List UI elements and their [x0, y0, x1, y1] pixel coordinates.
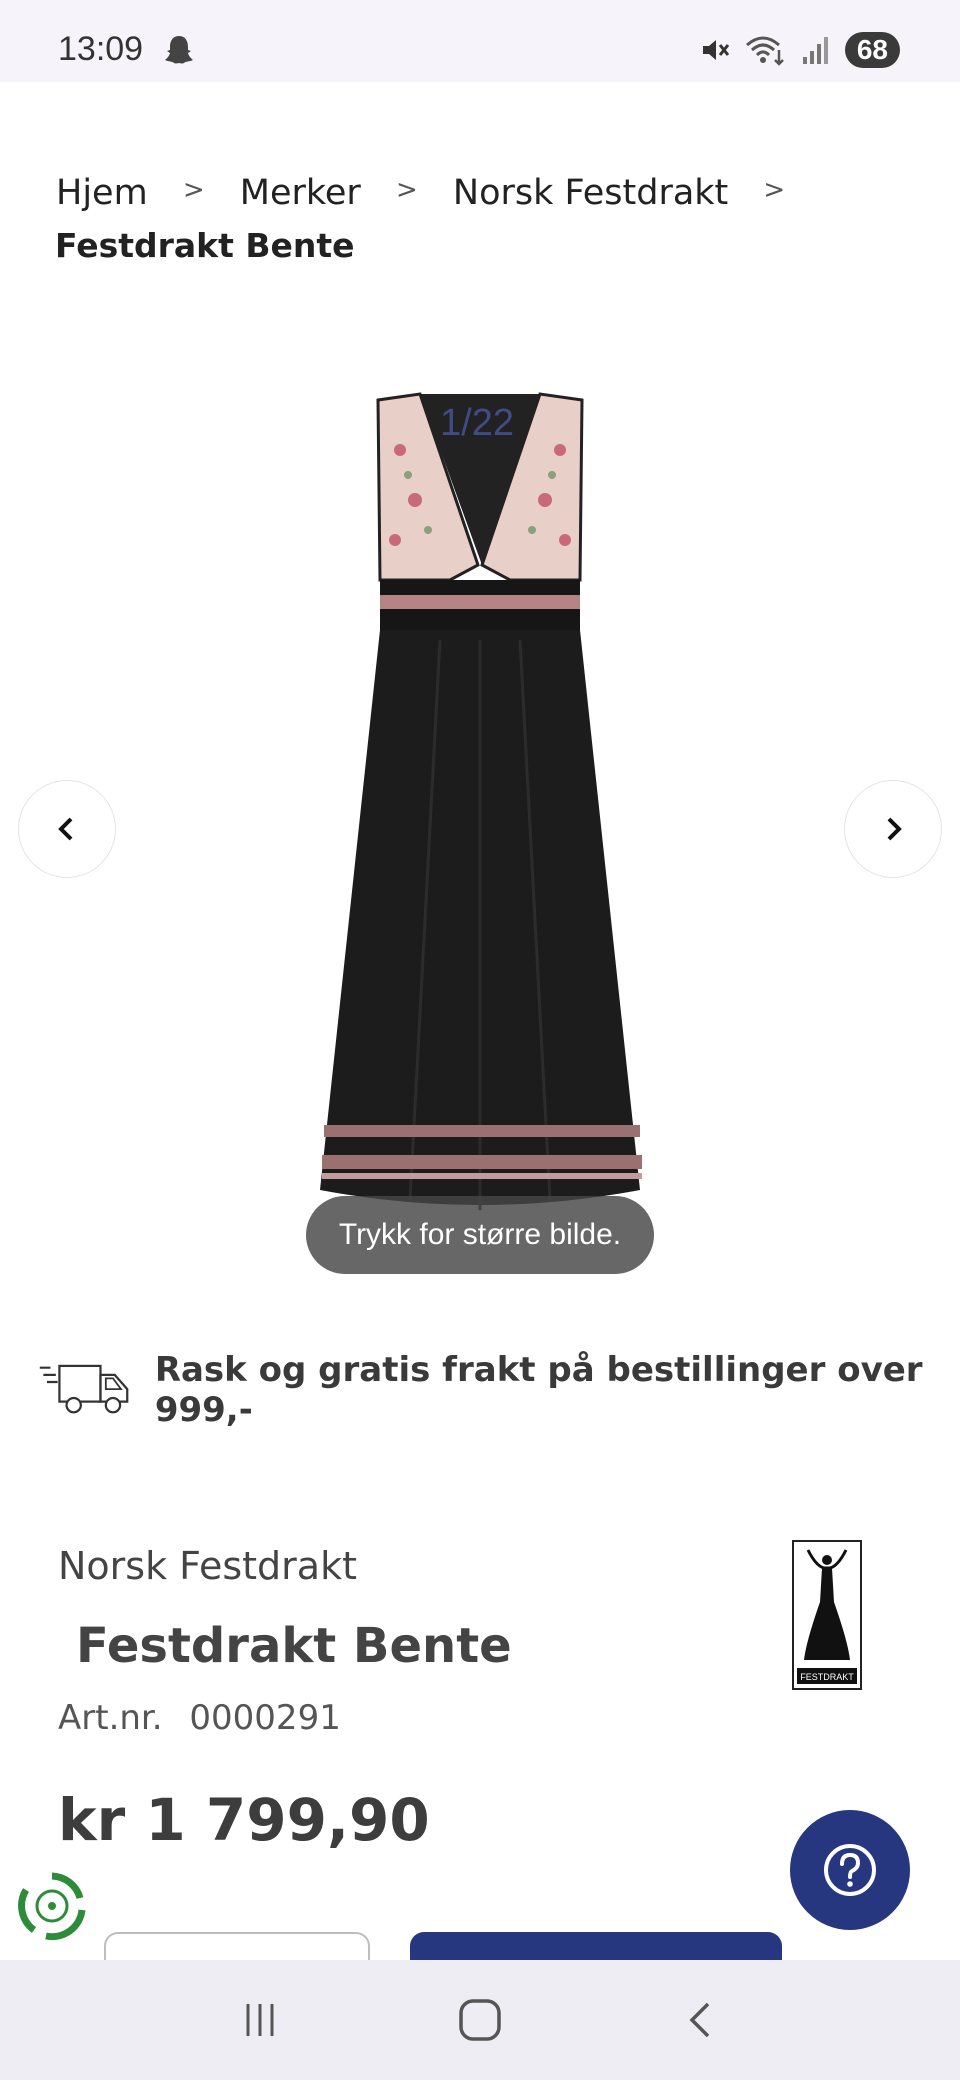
brand-logo[interactable]: FESTDRAKT — [792, 1540, 862, 1690]
snapchat-icon — [165, 36, 193, 64]
status-time: 13:09 — [58, 30, 144, 68]
chevron-left-icon — [58, 817, 73, 841]
chevron-right-icon: > — [182, 175, 205, 205]
next-image-button[interactable] — [844, 780, 942, 878]
mute-icon — [702, 40, 730, 60]
signal-icon — [802, 37, 828, 64]
breadcrumb-home[interactable]: Hjem — [56, 168, 148, 218]
eco-badge-icon[interactable] — [16, 1870, 88, 1942]
product-brand[interactable]: Norsk Festdrakt — [58, 1544, 357, 1588]
chevron-right-icon: > — [395, 175, 418, 205]
zoom-hint[interactable]: Trykk for større bilde. — [306, 1196, 654, 1274]
article-number: 0000291 — [189, 1698, 341, 1738]
system-navigation-bar — [0, 1960, 960, 2080]
status-icons: 68 — [699, 32, 900, 68]
breadcrumb-current: Festdrakt Bente — [55, 226, 355, 265]
article-number-label: Art.nr. — [58, 1698, 163, 1738]
article-number-row: Art.nr. 0000291 — [58, 1698, 341, 1738]
logo-text: FESTDRAKT — [800, 1672, 854, 1682]
chevron-right-icon: > — [763, 175, 786, 205]
battery-level: 68 — [844, 32, 900, 68]
recent-apps-icon — [246, 2004, 274, 2036]
product-title: Festdrakt Bente — [76, 1618, 512, 1674]
image-counter: 1/22 — [440, 402, 514, 444]
shipping-text: Rask og gratis frakt på bestillinger ove… — [154, 1350, 923, 1430]
festdrakt-logo-icon: FESTDRAKT — [797, 1549, 857, 1684]
product-price: kr 1 799,90 — [58, 1786, 430, 1854]
home-icon — [459, 1999, 501, 2041]
breadcrumb-norsk-festdrakt[interactable]: Norsk Festdrakt — [453, 168, 728, 218]
home-button[interactable] — [440, 1980, 520, 2060]
product-image[interactable] — [300, 390, 660, 1270]
status-bar: 13:09 68 — [0, 0, 960, 82]
help-button[interactable] — [790, 1810, 910, 1930]
shipping-banner: Rask og gratis frakt på bestillinger ove… — [38, 1350, 938, 1430]
wifi-icon — [745, 36, 784, 66]
chevron-right-icon — [887, 817, 902, 841]
back-button[interactable] — [660, 1980, 740, 2060]
truck-icon — [39, 1364, 129, 1414]
recent-apps-button[interactable] — [220, 1980, 300, 2060]
breadcrumb-brands[interactable]: Merker — [240, 168, 361, 218]
previous-image-button[interactable] — [18, 780, 116, 878]
breadcrumb: Hjem > Merker > Norsk Festdrakt > Festdr… — [55, 168, 916, 271]
back-icon — [689, 2002, 710, 2038]
question-icon — [824, 1844, 876, 1896]
